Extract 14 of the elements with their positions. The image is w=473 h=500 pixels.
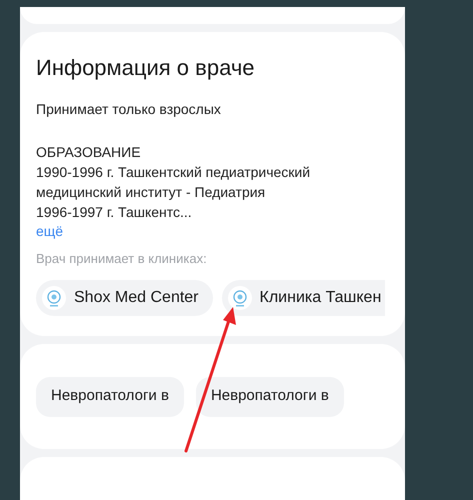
specialty-button[interactable]: Невропатологи в	[196, 376, 344, 416]
education-line: медицинский институт - Педиатрия	[36, 183, 266, 202]
education-line: 1990-1996 г. Ташкентский педиатрический	[36, 163, 312, 182]
clinic-logo-icon	[42, 286, 66, 310]
more-link[interactable]: ещё	[36, 222, 64, 240]
clinics-label: Врач принимает в клиниках:	[36, 250, 208, 268]
education-heading: ОБРАЗОВАНИЕ	[36, 143, 142, 162]
section-title: Информация о враче	[36, 54, 256, 82]
clinic-logo-icon	[228, 286, 252, 310]
doctor-note: Принимает только взрослых	[36, 100, 222, 119]
education-line: 1996-1997 г. Ташкентс...	[36, 203, 193, 222]
clinic-chip[interactable]: Клиника Ташкен	[222, 280, 386, 316]
clinic-chip[interactable]: Shox Med Center	[36, 280, 213, 316]
specialty-button[interactable]: Невропатологи в	[36, 376, 184, 416]
